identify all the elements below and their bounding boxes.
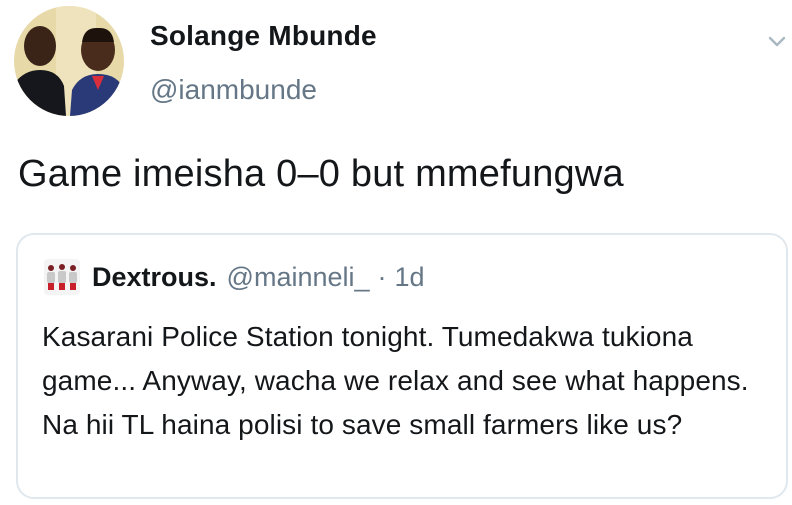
- author-display-name[interactable]: Solange Mbunde: [150, 18, 377, 54]
- team-players-icon: [44, 259, 80, 295]
- quoted-author-handle[interactable]: @mainneli_: [227, 262, 370, 293]
- author-info: Solange Mbunde @ianmbunde: [150, 18, 377, 108]
- tweet-text: Game imeisha 0–0 but mmefungwa: [18, 153, 624, 195]
- author-avatar[interactable]: [14, 6, 124, 116]
- quoted-author-display-name[interactable]: Dextrous.: [92, 262, 217, 293]
- quoted-timestamp[interactable]: 1d: [395, 262, 425, 293]
- chevron-down-icon[interactable]: [766, 30, 788, 52]
- quoted-tweet-text: Kasarani Police Station tonight. Tumedak…: [42, 321, 749, 440]
- author-handle[interactable]: @ianmbunde: [150, 72, 377, 108]
- quoted-tweet-card[interactable]: Dextrous. @mainneli_ · 1d Kasarani Polic…: [16, 233, 788, 499]
- tweet: Solange Mbunde @ianmbunde Game imeisha 0…: [0, 0, 792, 505]
- profile-photo-icon: [14, 6, 124, 116]
- quoted-tweet-header: Dextrous. @mainneli_ · 1d: [44, 257, 425, 297]
- separator-dot: ·: [377, 261, 387, 292]
